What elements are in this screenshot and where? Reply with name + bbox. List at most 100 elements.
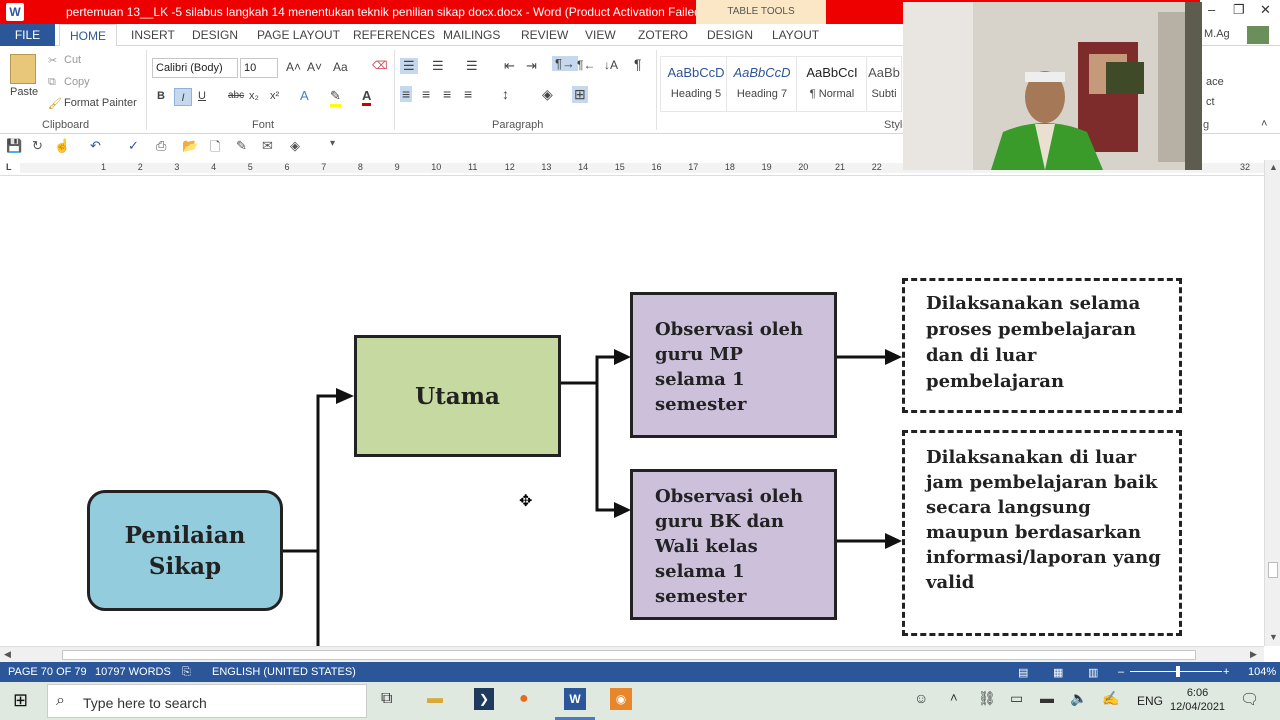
multilevel-list-icon[interactable]: ☰ xyxy=(466,58,478,74)
font-color-icon[interactable]: A xyxy=(362,88,372,106)
vertical-scroll-thumb[interactable] xyxy=(1268,562,1278,578)
clock[interactable]: 6:06 12/04/2021 xyxy=(1170,686,1225,714)
highlight-icon[interactable]: ✎ xyxy=(330,88,341,107)
tab-mailings[interactable]: MAILINGS xyxy=(443,28,500,42)
tab-table-design[interactable]: DESIGN xyxy=(707,28,753,42)
vertical-scrollbar[interactable]: ▲ ▼ xyxy=(1264,160,1280,646)
pen-icon[interactable]: ✍ xyxy=(1102,690,1119,707)
file-explorer-icon[interactable]: ▬ xyxy=(427,690,443,708)
people-icon[interactable]: ☺ xyxy=(914,690,928,706)
windows-start-icon[interactable]: ⊞ xyxy=(13,690,28,711)
tab-design[interactable]: DESIGN xyxy=(192,28,238,42)
recorder-icon[interactable]: ◉ xyxy=(610,688,632,710)
justify-icon[interactable]: ≡ xyxy=(464,86,472,102)
document-page[interactable]: Penilaian Sikap Utama Observasi oleh gur… xyxy=(0,177,1264,646)
print-layout-icon[interactable]: ▦ xyxy=(1053,666,1063,679)
replace-button[interactable]: ace xyxy=(1206,76,1224,88)
grow-font-icon[interactable]: A˄ xyxy=(286,60,301,74)
refresh-icon[interactable]: ↻ xyxy=(32,138,43,154)
horizontal-scrollbar[interactable]: ◀ ▶ xyxy=(0,646,1264,662)
borders-icon[interactable]: ⊞ xyxy=(572,86,588,103)
font-size-select[interactable]: 10 xyxy=(240,58,278,78)
collapse-ribbon-icon[interactable]: ˄ xyxy=(1261,118,1267,130)
word-app-icon[interactable]: W xyxy=(6,3,24,21)
zoom-level[interactable]: 104% xyxy=(1248,666,1276,678)
scroll-right-icon[interactable]: ▶ xyxy=(1250,649,1257,660)
restore-icon[interactable]: ❐ xyxy=(1233,2,1245,18)
zoom-slider-thumb[interactable] xyxy=(1176,666,1181,677)
scroll-up-icon[interactable]: ▲ xyxy=(1269,162,1278,172)
tab-view[interactable]: VIEW xyxy=(585,28,616,42)
clear-formatting-icon[interactable]: ⌫ xyxy=(372,59,388,72)
notifications-icon[interactable]: 🗨 xyxy=(1240,690,1259,708)
tab-review[interactable]: REVIEW xyxy=(521,28,568,42)
tray-chevron-icon[interactable]: ˄ xyxy=(950,690,958,705)
bullets-icon[interactable]: ☰ xyxy=(400,58,418,74)
bold-button[interactable]: B xyxy=(157,90,165,102)
undo-icon[interactable]: ↶ xyxy=(90,138,101,154)
strikethrough-button[interactable]: abc xyxy=(228,90,244,101)
increase-indent-icon[interactable]: ⇥ xyxy=(526,58,537,74)
fill-icon[interactable]: ◈ xyxy=(290,138,300,154)
copy-icon[interactable]: ⧉ xyxy=(48,76,56,89)
style-normal[interactable]: AaBbCcI ¶ Normal xyxy=(796,56,868,112)
line-spacing-icon[interactable]: ↕ xyxy=(502,86,509,102)
edit-icon[interactable]: ✎ xyxy=(236,138,247,154)
style-heading-5[interactable]: AaBbCcD Heading 5 xyxy=(660,56,732,112)
firefox-icon[interactable]: ● xyxy=(519,690,529,708)
avatar[interactable] xyxy=(1247,26,1269,44)
tab-references[interactable]: REFERENCES xyxy=(353,28,435,42)
spelling-icon[interactable]: ✓ xyxy=(128,138,139,154)
tab-table-layout[interactable]: LAYOUT xyxy=(772,28,819,42)
proofing-icon[interactable]: ⎘ xyxy=(182,666,191,679)
tab-home[interactable]: HOME xyxy=(59,24,117,47)
tab-selector-icon[interactable]: L xyxy=(6,162,12,172)
scroll-left-icon[interactable]: ◀ xyxy=(4,649,11,660)
volume-icon[interactable]: 🔈 xyxy=(1070,690,1087,707)
paste-button[interactable]: Paste xyxy=(10,86,38,98)
decrease-indent-icon[interactable]: ⇤ xyxy=(504,58,515,74)
tab-page-layout[interactable]: PAGE LAYOUT xyxy=(257,28,340,42)
sort-icon[interactable]: ↓A xyxy=(604,58,618,72)
align-center-icon[interactable]: ≡ xyxy=(422,86,430,102)
minimize-icon[interactable]: – xyxy=(1208,2,1215,17)
user-account[interactable]: M.Ag xyxy=(1204,28,1230,40)
change-case-button[interactable]: Aa xyxy=(333,60,348,74)
style-subtitle[interactable]: AaBb Subti xyxy=(866,56,902,112)
tab-insert[interactable]: INSERT xyxy=(131,28,175,42)
show-marks-icon[interactable]: ¶ xyxy=(634,56,642,72)
format-painter-button[interactable]: Format Painter xyxy=(64,97,137,109)
read-mode-icon[interactable]: ▤ xyxy=(1018,666,1028,679)
rtl-icon[interactable]: ¶← xyxy=(577,58,595,72)
ltr-icon[interactable]: ¶→ xyxy=(552,56,578,71)
email-icon[interactable]: ✉ xyxy=(262,138,273,154)
taskbar-search[interactable]: ⌕ Type here to search xyxy=(47,684,367,718)
customize-qat-icon[interactable]: ▾ xyxy=(330,138,335,149)
cut-icon[interactable]: ✂ xyxy=(48,54,57,67)
align-left-icon[interactable]: ≡ xyxy=(400,86,413,102)
horizontal-scroll-thumb[interactable] xyxy=(62,650,1196,660)
save-icon[interactable]: 💾 xyxy=(6,138,22,154)
powershell-icon[interactable]: ❯ xyxy=(474,688,494,710)
new-icon[interactable]: 🗋 xyxy=(210,138,220,160)
underline-button[interactable]: U xyxy=(198,90,206,102)
shading-icon[interactable]: ◈ xyxy=(542,86,553,103)
word-taskbar-icon[interactable]: W xyxy=(564,688,586,710)
network-icon[interactable]: ⛓ xyxy=(978,690,996,707)
word-count[interactable]: 10797 WORDS xyxy=(95,666,171,678)
scroll-down-icon[interactable]: ▼ xyxy=(1269,632,1278,642)
superscript-button[interactable]: x² xyxy=(270,90,279,102)
style-heading-7[interactable]: AaBbCcD Heading 7 xyxy=(726,56,798,112)
cut-button[interactable]: Cut xyxy=(64,54,81,66)
tab-file[interactable]: FILE xyxy=(0,24,55,46)
italic-button[interactable]: I xyxy=(174,88,192,106)
font-name-select[interactable]: Calibri (Body) xyxy=(152,58,238,78)
select-button[interactable]: ct xyxy=(1206,96,1215,108)
print-icon[interactable]: ⎙ xyxy=(156,138,166,154)
format-painter-icon[interactable]: 🖌 xyxy=(48,97,62,110)
language-status[interactable]: ENGLISH (UNITED STATES) xyxy=(212,666,356,678)
task-view-icon[interactable]: ⧉ xyxy=(381,690,392,708)
input-language[interactable]: ENG xyxy=(1137,694,1163,708)
text-effects-icon[interactable]: A xyxy=(300,88,309,103)
paste-icon[interactable] xyxy=(10,54,36,84)
